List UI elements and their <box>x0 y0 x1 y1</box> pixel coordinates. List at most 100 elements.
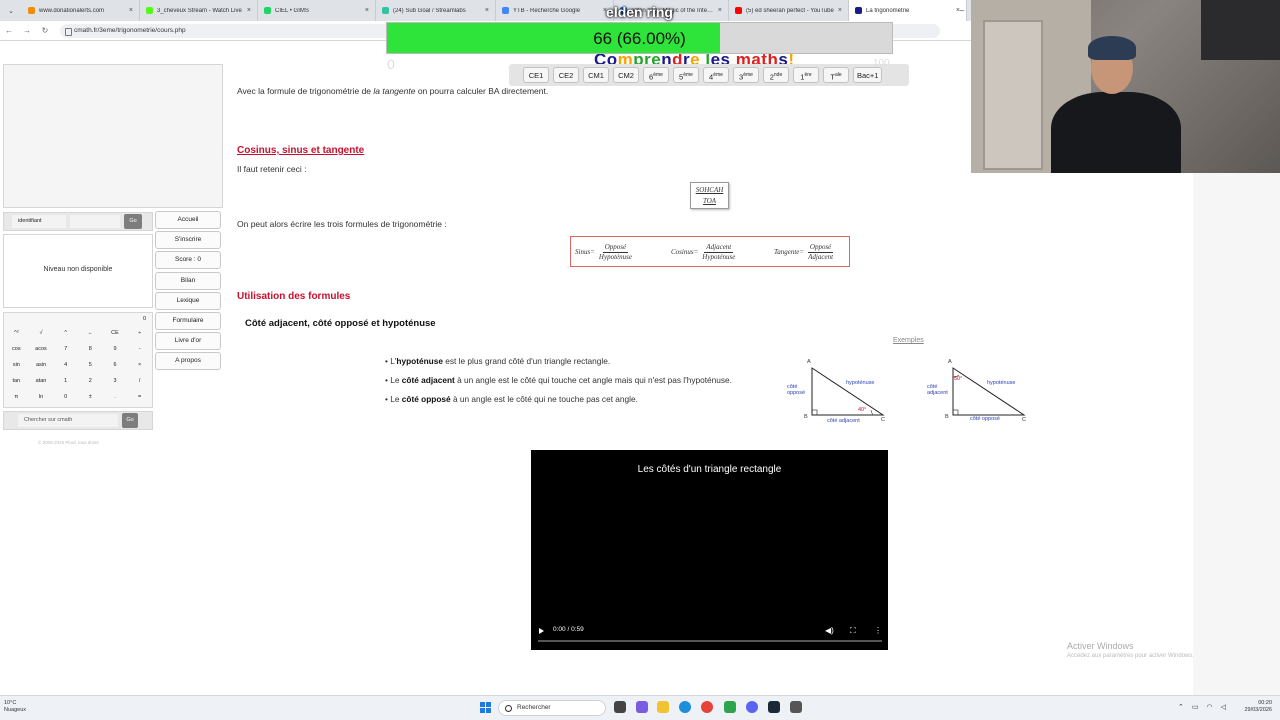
minimize-icon[interactable]: – <box>953 6 971 15</box>
weather-temp: 10°C <box>4 700 17 706</box>
calc-key[interactable]: 2 <box>78 373 103 389</box>
browser-tab-0[interactable]: www.donationalerts.com × <box>22 0 140 21</box>
speaker-icon[interactable]: ◁ <box>1221 703 1226 711</box>
calc-key[interactable]: √ <box>29 325 54 341</box>
calc-key[interactable]: cos <box>4 341 29 357</box>
level-button-1[interactable]: CE2 <box>553 67 579 83</box>
browser-tab-1[interactable]: 3_cheveux Stream - Watch Live × <box>140 0 258 21</box>
password-input[interactable] <box>70 215 120 228</box>
calc-key[interactable]: sin <box>4 357 29 373</box>
calc-key[interactable]: × <box>127 357 152 373</box>
video-progress-bar[interactable] <box>538 640 882 642</box>
menu-button-1[interactable]: S'inscrire <box>155 231 221 250</box>
calc-key[interactable]: . <box>103 389 128 405</box>
calc-key[interactable]: 6 <box>103 357 128 373</box>
menu-button-5[interactable]: Formulaire <box>155 311 221 330</box>
weather-widget[interactable]: 10°C Nuageux <box>4 700 26 714</box>
calc-key[interactable]: CE <box>103 325 128 341</box>
forward-arrow-icon[interactable]: → <box>18 26 36 35</box>
identifiant-input[interactable]: identifiant <box>12 215 66 228</box>
calc-key[interactable]: = <box>127 389 152 405</box>
tab-favicon-icon <box>264 7 271 14</box>
calc-key[interactable]: 1 <box>53 373 78 389</box>
taskbar-clock[interactable]: 00:20 29/03/2026 <box>1244 700 1272 714</box>
level-button-0[interactable]: CE1 <box>523 67 549 83</box>
tab-title: 3_cheveux Stream - Watch Live <box>157 7 242 14</box>
tab-search-chevron-icon[interactable]: ⌄ <box>0 7 22 15</box>
calc-key[interactable]: 5 <box>78 357 103 373</box>
video-player[interactable]: Les côtés d'un triangle rectangle 0:00 /… <box>531 450 888 650</box>
calc-key[interactable]: 8 <box>78 341 103 357</box>
task-view-icon[interactable] <box>614 701 626 713</box>
reload-icon[interactable]: ↻ <box>36 26 54 35</box>
chrome-icon[interactable] <box>701 701 713 713</box>
calc-key[interactable]: ± <box>78 389 103 405</box>
browser-tab-2[interactable]: CIEL • GIMS × <box>258 0 376 21</box>
calc-key[interactable]: ^ <box>53 325 78 341</box>
site-search-input[interactable]: Chercher sur cmath <box>18 414 118 427</box>
calc-key[interactable]: atan <box>29 373 54 389</box>
discord-icon[interactable] <box>746 701 758 713</box>
calc-key[interactable]: acos <box>29 341 54 357</box>
calc-key[interactable]: 9 <box>103 341 128 357</box>
calc-key[interactable]: ln <box>29 389 54 405</box>
level-button-5[interactable]: 5ème <box>673 67 699 83</box>
edge-icon[interactable] <box>679 701 691 713</box>
tray-chevron-icon[interactable]: ⌃ <box>1178 703 1184 711</box>
wifi-icon[interactable]: ◠ <box>1207 703 1213 711</box>
network-icon[interactable]: ▭ <box>1192 703 1199 711</box>
goal-min-label: 0 <box>387 56 395 72</box>
menu-button-7[interactable]: A propos <box>155 352 221 371</box>
login-go-button[interactable]: Go <box>124 214 142 229</box>
volume-icon[interactable]: ◀) <box>825 626 834 635</box>
play-icon[interactable] <box>539 628 544 634</box>
calc-key[interactable]: π <box>4 389 29 405</box>
formula-name: Sinus <box>575 248 591 256</box>
taskbar-search[interactable]: Rechercher <box>498 700 606 716</box>
calc-key[interactable]: ^² <box>4 325 29 341</box>
obs-icon[interactable] <box>790 701 802 713</box>
more-options-icon[interactable]: ⋮ <box>874 626 882 635</box>
fullscreen-icon[interactable]: ⛶ <box>850 626 856 636</box>
level-button-3[interactable]: CM2 <box>613 67 639 83</box>
steam-icon[interactable] <box>768 701 780 713</box>
menu-button-0[interactable]: Accueil <box>155 211 221 229</box>
calc-key[interactable]: 0 <box>53 389 78 405</box>
level-button-7[interactable]: 3ème <box>733 67 759 83</box>
calc-key[interactable]: - <box>127 341 152 357</box>
menu-button-4[interactable]: Lexique <box>155 291 221 310</box>
level-button-6[interactable]: 4ème <box>703 67 729 83</box>
formula-denominator: Hypoténuse <box>702 252 736 261</box>
level-button-11[interactable]: Bac+1 <box>853 67 883 83</box>
level-button-10[interactable]: Tale <box>823 67 849 83</box>
tab-close-icon[interactable]: × <box>365 7 369 14</box>
tab-close-icon[interactable]: × <box>129 7 133 14</box>
calc-key[interactable]: 7 <box>53 341 78 357</box>
menu-button-3[interactable]: Bilan <box>155 271 221 290</box>
level-button-8[interactable]: 2nde <box>763 67 789 83</box>
level-button-4[interactable]: 6ème <box>643 67 669 83</box>
menu-button-2[interactable]: Score : 0 <box>155 251 221 270</box>
level-button-2[interactable]: CM1 <box>583 67 609 83</box>
calc-key[interactable]: 3 <box>103 373 128 389</box>
exemples-link[interactable]: Exemples <box>893 337 924 344</box>
level-button-9[interactable]: 1ère <box>793 67 819 83</box>
file-explorer-icon[interactable] <box>657 701 669 713</box>
menu-button-6[interactable]: Livre d'or <box>155 332 221 351</box>
tab-close-icon[interactable]: × <box>247 7 251 14</box>
calc-key[interactable]: tan <box>4 373 29 389</box>
formula-name: Tangente <box>774 248 800 256</box>
calc-key[interactable]: 4 <box>53 357 78 373</box>
calc-key[interactable]: asin <box>29 357 54 373</box>
back-arrow-icon[interactable]: ← <box>0 26 18 35</box>
app-icon[interactable] <box>724 701 736 713</box>
start-menu-icon[interactable] <box>480 702 491 713</box>
calc-key[interactable]: ÷ <box>127 325 152 341</box>
calc-key[interactable]: ← <box>78 325 103 341</box>
calc-key[interactable]: / <box>127 373 152 389</box>
site-search-go-button[interactable]: Go <box>122 413 138 428</box>
calculator: 0 ^² √ ^ ← CE ÷ cos acos 7 8 9- sin asin 4 5 6 × tan atan 1… <box>3 312 153 408</box>
copilot-icon[interactable] <box>636 701 648 713</box>
tri2-angle-label: 50° <box>954 376 963 382</box>
triangle-example-1: A B C hypoténuse côté opposé côté adjace… <box>785 358 893 426</box>
